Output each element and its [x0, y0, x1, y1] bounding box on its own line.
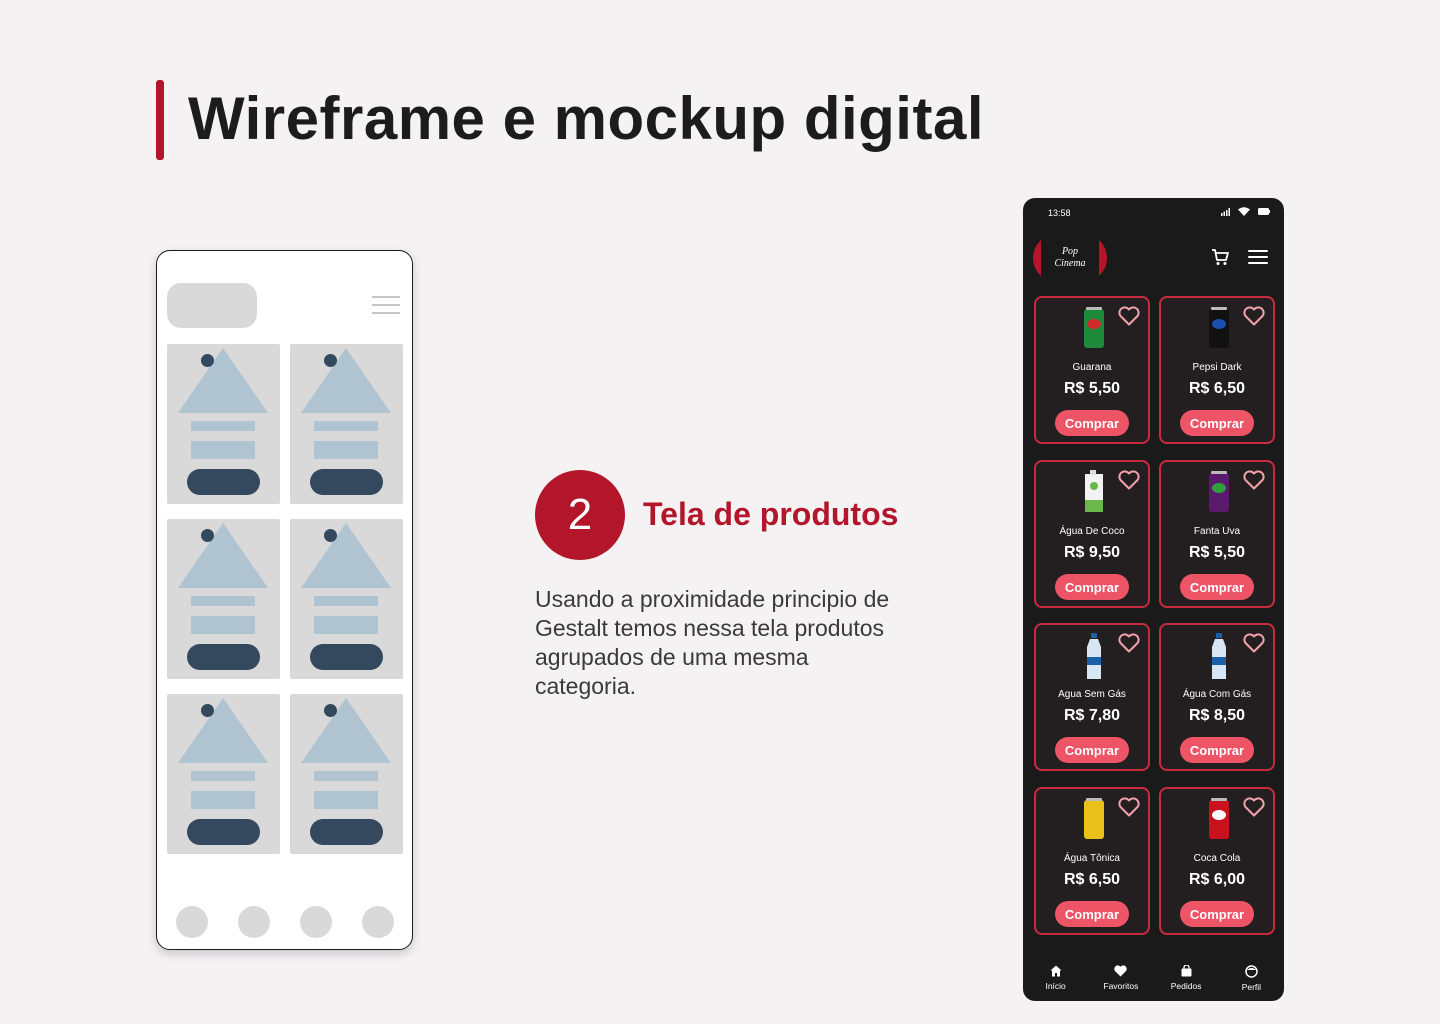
wireframe-nav-dot	[238, 906, 270, 938]
wireframe-card	[290, 344, 403, 504]
pop-cinema-logo[interactable]: Pop Cinema	[1033, 234, 1107, 282]
nav-item-inicio[interactable]: Início	[1023, 949, 1088, 1001]
product-name: Pepsi Dark	[1192, 362, 1242, 373]
favorite-heart-icon[interactable]	[1118, 633, 1140, 653]
product-card[interactable]: Água De Coco R$ 9,50 Comprar	[1034, 460, 1150, 608]
wireframe-menu-icon	[372, 296, 400, 320]
product-image	[1199, 797, 1239, 843]
wireframe-logo-placeholder	[167, 283, 257, 328]
wireframe-card	[167, 344, 280, 504]
wireframe-nav-dot	[176, 906, 208, 938]
bottom-navigation: Início Favoritos Pedidos Perfil	[1023, 949, 1284, 1001]
home-icon	[1050, 965, 1062, 977]
mockup-phone: 13:58 Pop Cinema Guarana R$ 5,50 Comprar Pe…	[1023, 198, 1284, 1001]
step-number-badge: 2	[535, 470, 625, 560]
wireframe-card	[290, 694, 403, 854]
product-image	[1199, 470, 1239, 516]
buy-button[interactable]: Comprar	[1180, 737, 1254, 763]
product-price: R$ 5,50	[1188, 544, 1246, 561]
wireframe-phone	[156, 250, 413, 950]
logo-text-cinema: Cinema	[1054, 258, 1086, 269]
product-card[interactable]: Coca Cola R$ 6,00 Comprar	[1159, 787, 1275, 935]
product-price: R$ 6,50	[1063, 871, 1121, 888]
wireframe-nav-dot	[300, 906, 332, 938]
product-name: Agua Sem Gás	[1058, 689, 1126, 700]
product-card[interactable]: Água Com Gás R$ 8,50 Comprar	[1159, 623, 1275, 771]
nav-item-favoritos[interactable]: Favoritos	[1088, 949, 1153, 1001]
product-image	[1074, 797, 1114, 843]
favorite-heart-icon[interactable]	[1243, 306, 1265, 326]
step-title: Tela de produtos	[643, 496, 899, 532]
product-price: R$ 9,50	[1063, 544, 1121, 561]
nav-label: Perfil	[1241, 981, 1262, 992]
product-image	[1199, 633, 1239, 679]
wireframe-card	[167, 694, 280, 854]
buy-button[interactable]: Comprar	[1180, 901, 1254, 927]
wireframe-card	[290, 519, 403, 679]
bag-icon	[1181, 965, 1192, 977]
nav-label: Favoritos	[1103, 981, 1139, 991]
favorite-heart-icon[interactable]	[1118, 797, 1140, 817]
menu-icon[interactable]	[1248, 250, 1268, 268]
product-price: R$ 7,80	[1063, 707, 1121, 724]
nav-item-perfil[interactable]: Perfil	[1219, 949, 1284, 1001]
nav-label: Pedidos	[1170, 981, 1202, 991]
product-card[interactable]: Guarana R$ 5,50 Comprar	[1034, 296, 1150, 444]
product-name: Coca Cola	[1193, 853, 1241, 864]
heart-icon	[1114, 965, 1128, 977]
favorite-heart-icon[interactable]	[1118, 306, 1140, 326]
wifi-icon	[1238, 207, 1250, 216]
buy-button[interactable]: Comprar	[1055, 574, 1129, 600]
wireframe-card	[167, 519, 280, 679]
step-description: Usando a proximidade principio de Gestal…	[535, 586, 890, 699]
title-accent-bar	[156, 80, 164, 160]
favorite-heart-icon[interactable]	[1243, 470, 1265, 490]
product-card[interactable]: Agua Sem Gás R$ 7,80 Comprar	[1034, 623, 1150, 771]
product-name: Água De Coco	[1059, 526, 1125, 537]
product-card[interactable]: Pepsi Dark R$ 6,50 Comprar	[1159, 296, 1275, 444]
product-price: R$ 6,00	[1188, 871, 1246, 888]
product-name: Guarana	[1072, 362, 1112, 373]
product-card[interactable]: Água Tônica R$ 6,50 Comprar	[1034, 787, 1150, 935]
buy-button[interactable]: Comprar	[1180, 410, 1254, 436]
logo-text-pop: Pop	[1061, 246, 1079, 257]
profile-icon	[1245, 964, 1258, 978]
wireframe-nav-dot	[362, 906, 394, 938]
product-image	[1074, 633, 1114, 679]
product-image	[1074, 306, 1114, 352]
buy-button[interactable]: Comprar	[1055, 901, 1129, 927]
page-title: Wireframe e mockup digital	[188, 85, 984, 152]
product-name: Água Tônica	[1064, 853, 1120, 864]
cart-icon[interactable]	[1211, 248, 1229, 266]
product-price: R$ 5,50	[1063, 380, 1121, 397]
product-price: R$ 6,50	[1188, 380, 1246, 397]
product-image	[1199, 306, 1239, 352]
status-time: 13:58	[1048, 208, 1071, 218]
buy-button[interactable]: Comprar	[1180, 574, 1254, 600]
product-card[interactable]: Fanta Uva R$ 5,50 Comprar	[1159, 460, 1275, 608]
signal-icon	[1221, 207, 1230, 216]
status-icons	[1221, 207, 1270, 216]
buy-button[interactable]: Comprar	[1055, 410, 1129, 436]
favorite-heart-icon[interactable]	[1118, 470, 1140, 490]
favorite-heart-icon[interactable]	[1243, 797, 1265, 817]
product-name: Água Com Gás	[1182, 689, 1252, 700]
product-name: Fanta Uva	[1193, 526, 1241, 537]
battery-icon	[1258, 208, 1270, 215]
product-price: R$ 8,50	[1188, 707, 1246, 724]
nav-label: Início	[1045, 981, 1066, 991]
favorite-heart-icon[interactable]	[1243, 633, 1265, 653]
buy-button[interactable]: Comprar	[1055, 737, 1129, 763]
product-image	[1074, 470, 1114, 516]
nav-item-pedidos[interactable]: Pedidos	[1154, 949, 1219, 1001]
